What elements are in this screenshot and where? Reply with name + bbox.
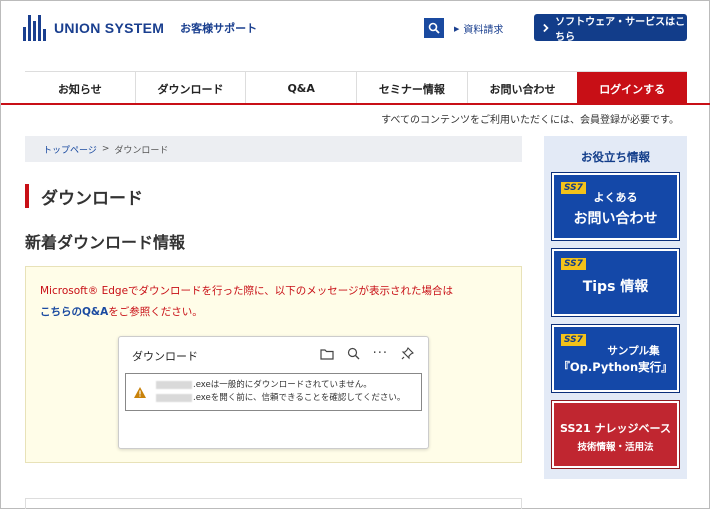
nav-divider	[1, 103, 710, 105]
faq-banner[interactable]: SS7 よくある お問い合わせ	[551, 172, 680, 241]
site-logo[interactable]: UNION SYSTEM お客様サポート	[23, 13, 257, 43]
search-icon	[347, 347, 360, 360]
notice-line-1: Microsoft® Edgeでダウンロードを行った際に、以下のメッセージが表示…	[40, 285, 454, 297]
breadcrumb-home[interactable]: トップページ	[43, 143, 97, 156]
notice-line-2: をご参照ください。	[108, 306, 203, 318]
nav-news[interactable]: お知らせ	[25, 72, 135, 105]
search-icon	[428, 22, 440, 34]
faq-banner-line-2: お問い合わせ	[573, 211, 658, 227]
ss7-badge: SS7	[561, 258, 586, 270]
software-services-button[interactable]: ソフトウェア・サービスはこちら	[534, 14, 687, 43]
software-services-label: ソフトウェア・サービスはこちら	[555, 16, 686, 43]
qa-link[interactable]: こちらのQ&A	[40, 306, 108, 318]
breadcrumb: トップページ > ダウンロード	[25, 136, 522, 162]
logo-name: UNION SYSTEM	[54, 20, 165, 36]
notice-text: Microsoft® Edgeでダウンロードを行った際に、以下のメッセージが表示…	[40, 281, 510, 323]
nav-contact[interactable]: お問い合わせ	[466, 72, 578, 105]
document-request-link[interactable]: ▶ 資料請求	[454, 21, 504, 37]
download-panel-title: ダウンロード	[132, 350, 198, 363]
nav-qa[interactable]: Q&A	[245, 72, 356, 105]
knowledge-base-banner[interactable]: SS21 ナレッジベース 技術情報・活用法	[551, 400, 680, 469]
main-nav: お知らせ ダウンロード Q&A セミナー情報 お問い合わせ ログインする	[25, 71, 688, 105]
warning-line-2: .exeを開く前に、信頼できることを確認してください。	[193, 393, 406, 403]
download-panel-icons: ···	[319, 346, 414, 361]
python-samples-banner[interactable]: SS7 サンプル集 『Op.Python実行』	[551, 324, 680, 393]
blurred-filename	[156, 380, 192, 389]
more-icon: ···	[372, 346, 388, 361]
breadcrumb-current: ダウンロード	[114, 145, 169, 156]
tips-banner-label: Tips 情報	[582, 279, 649, 295]
folder-icon	[319, 348, 334, 360]
samples-banner-line-2: 『Op.Python実行』	[558, 360, 673, 374]
download-warning: .exeは一般的にダウンロードされていません。 .exeを開く前に、信頼できるこ…	[125, 373, 422, 411]
document-request-label: 資料請求	[463, 25, 504, 36]
kb-banner-line-1: SS21 ナレッジベース	[560, 422, 671, 435]
kb-banner-line-2: 技術情報・活用法	[577, 442, 654, 453]
pin-icon	[401, 347, 414, 360]
nav-seminar[interactable]: セミナー情報	[356, 72, 467, 105]
caret-right-icon: ▶	[454, 24, 460, 33]
samples-banner-line-1: サンプル集	[607, 345, 660, 357]
login-button[interactable]: ログインする	[577, 72, 688, 105]
download-list-card	[25, 498, 522, 509]
edge-download-notice: Microsoft® Edgeでダウンロードを行った際に、以下のメッセージが表示…	[25, 266, 522, 463]
logo-mark-icon	[23, 15, 46, 41]
nav-download[interactable]: ダウンロード	[134, 72, 246, 105]
logo-subtitle: お客様サポート	[180, 22, 258, 35]
membership-notice: すべてのコンテンツをご利用いただくには、会員登録が必要です。	[381, 115, 679, 126]
search-button[interactable]	[424, 18, 444, 38]
breadcrumb-separator: >	[101, 144, 110, 154]
sidebar: お役立ち情報 SS7 よくある お問い合わせ SS7 Tips 情報 SS7 サ…	[544, 136, 687, 479]
section-title: 新着ダウンロード情報	[25, 233, 186, 252]
tips-banner[interactable]: SS7 Tips 情報	[551, 248, 680, 317]
faq-banner-line-1: よくある	[593, 191, 638, 204]
warning-line-1: .exeは一般的にダウンロードされていません。	[193, 380, 372, 390]
chevron-right-icon	[543, 23, 549, 32]
sidebar-title: お役立ち情報	[581, 150, 650, 164]
warning-icon	[134, 386, 146, 398]
blurred-filename	[156, 393, 192, 402]
edge-download-panel-image: ダウンロード ··· .exeは一般的にダウンロードされていません。 .exeを…	[118, 336, 429, 449]
page-title: ダウンロード	[25, 184, 143, 209]
